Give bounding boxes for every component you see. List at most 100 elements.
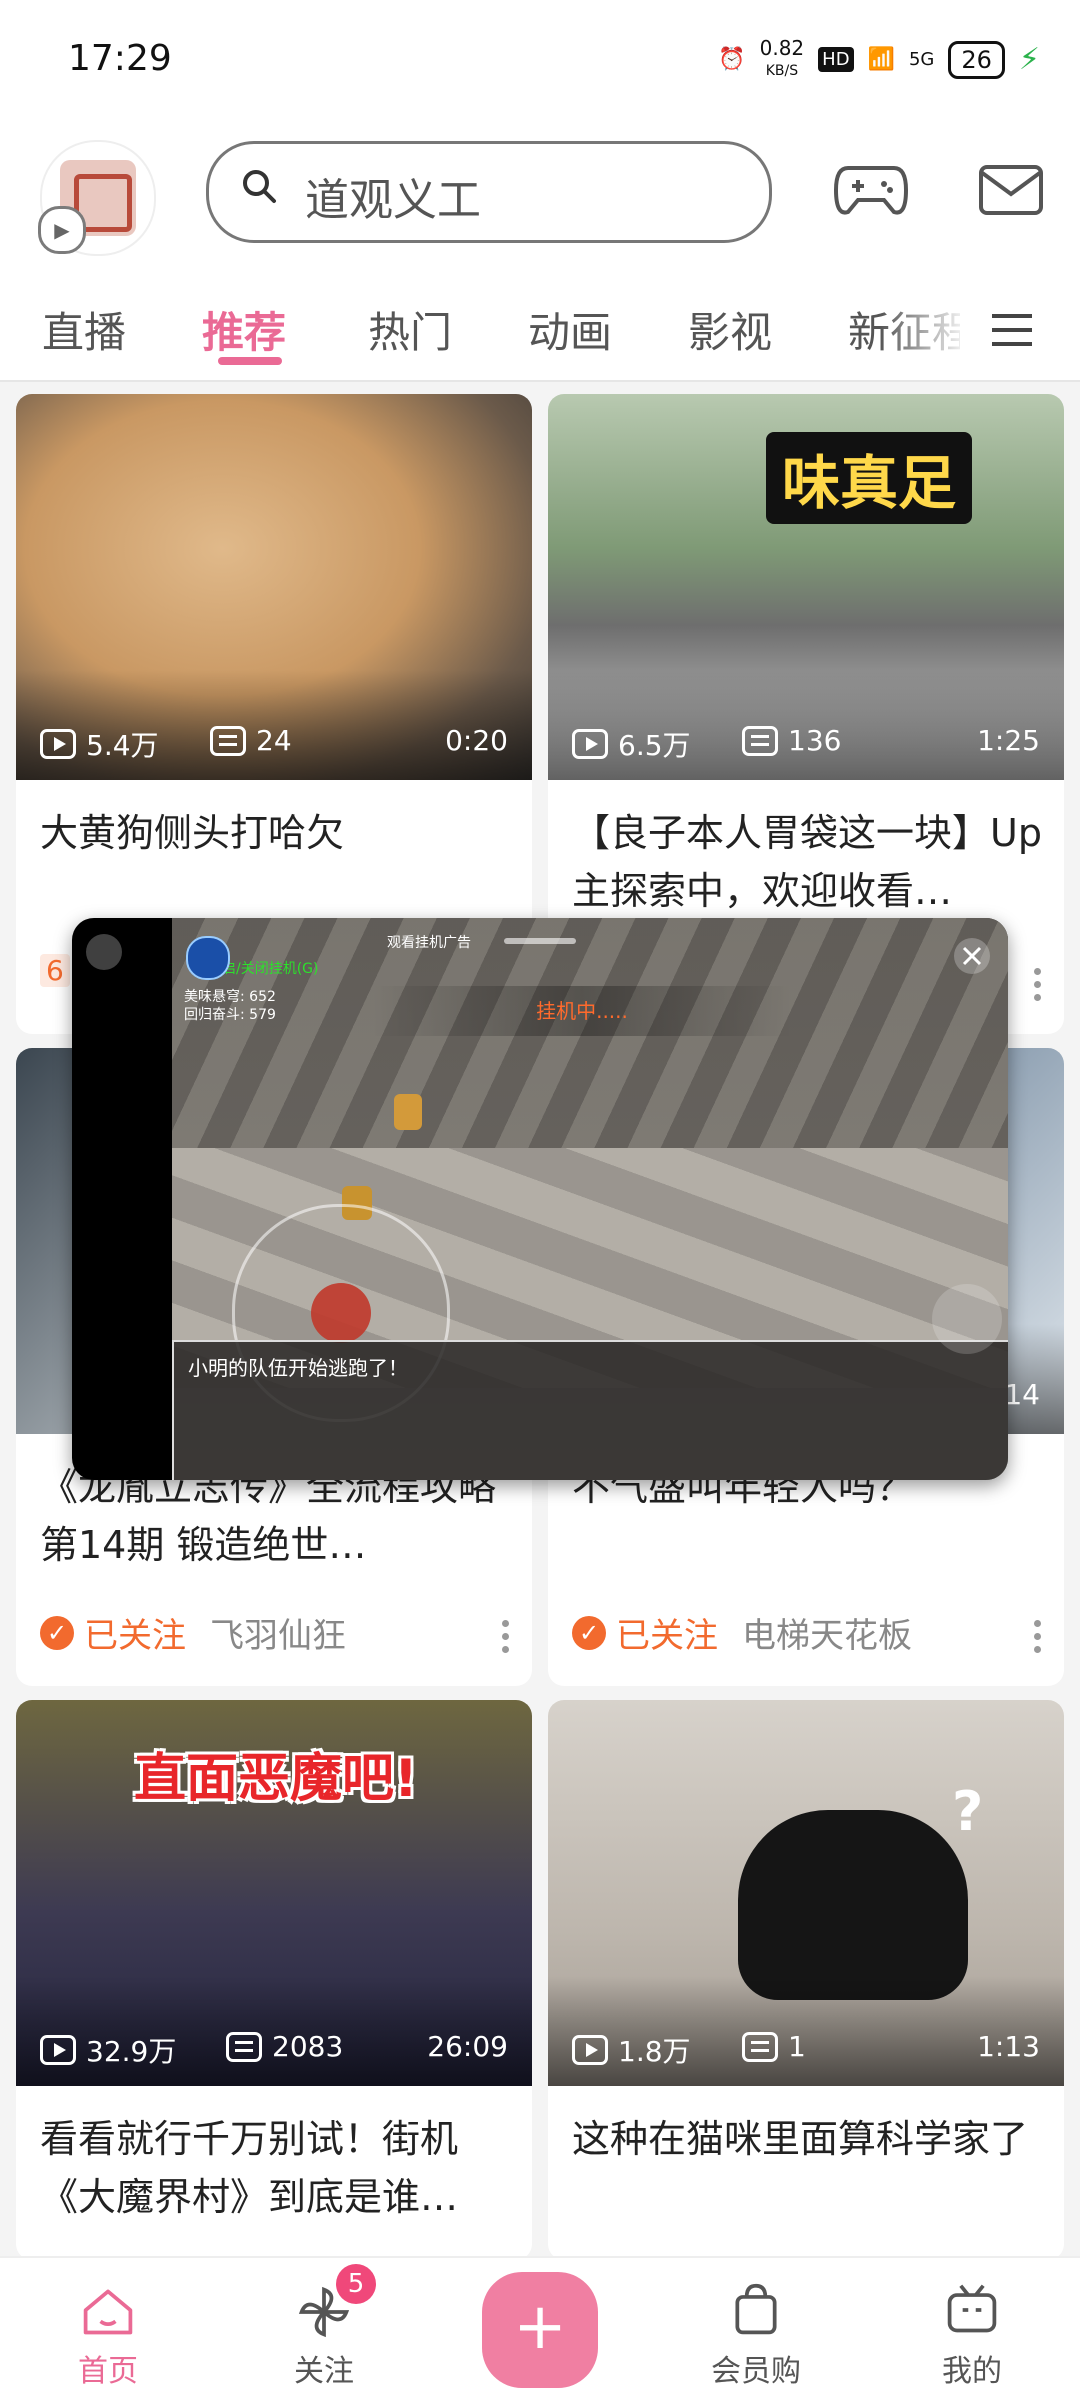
thumbnail-caption: 直面恶魔吧!	[134, 1749, 418, 1809]
nav-label: 首页	[78, 2354, 138, 2389]
search-bar[interactable]: 道观义工	[206, 141, 772, 243]
views: 32.9万	[40, 2030, 176, 2070]
play-count-icon	[40, 729, 76, 759]
author-name[interactable]: 飞羽仙狂	[210, 1608, 346, 1657]
play-count-icon	[40, 2035, 76, 2065]
duration: 26:09	[427, 2030, 508, 2063]
player-sprite	[394, 1094, 422, 1130]
followed-check-icon: ✓	[40, 1615, 74, 1650]
danmaku-icon	[210, 725, 246, 756]
upload-button[interactable]: +	[482, 2272, 598, 2388]
nav-me[interactable]: 我的	[892, 2258, 1052, 2402]
drag-handle[interactable]	[504, 938, 576, 944]
tab-anime[interactable]: 动画	[528, 299, 612, 360]
video-thumbnail: ?	[548, 1700, 1064, 2086]
battle-dialog: 小明的队伍开始逃跑了！	[172, 1340, 1008, 1480]
duration: 0:20	[445, 724, 508, 757]
video-title[interactable]: 大黄狗侧头打哈欠	[40, 804, 510, 862]
floating-game-window[interactable]: 开启/关闭挂机(G) 美味悬穹: 652 回归奋斗: 579 观看挂机广告 挂机…	[72, 918, 1008, 1480]
nav-following[interactable]: 关注	[244, 2258, 404, 2402]
game-screen[interactable]: 开启/关闭挂机(G) 美味悬穹: 652 回归奋斗: 579 观看挂机广告 挂机…	[172, 918, 1008, 1480]
tab-film[interactable]: 影视	[688, 299, 772, 360]
comments: 136	[742, 724, 841, 757]
follow-info: ✓ 已关注 电梯天花板	[572, 1608, 912, 1657]
shopping-bag-icon	[735, 2283, 777, 2335]
duration: 14	[1004, 1378, 1040, 1411]
gamepad-icon[interactable]	[834, 160, 908, 220]
views: 6.5万	[572, 724, 691, 764]
play-count-icon	[572, 729, 608, 759]
nav-vip-shop[interactable]: 会员购	[676, 2258, 836, 2402]
menu-icon[interactable]	[990, 310, 1034, 350]
close-icon[interactable]	[952, 936, 992, 976]
tab-fade	[880, 290, 970, 370]
expand-icon[interactable]	[86, 934, 122, 970]
dialog-text: 小明的队伍开始逃跑了！	[188, 1356, 408, 1380]
author-name[interactable]: 电梯天花板	[742, 1608, 912, 1657]
charging-icon: ⚡	[1018, 42, 1040, 77]
alarm-icon: ⏰	[718, 47, 746, 72]
danmaku-icon	[742, 725, 778, 756]
mail-icon[interactable]	[978, 164, 1044, 216]
video-card[interactable]: 直面恶魔吧! 32.9万 2083 26:09 看看就行千万别试！街机《大魔界村…	[16, 1700, 532, 2260]
nav-home[interactable]: 首页	[28, 2258, 188, 2402]
video-meta: 32.9万 2083 26:09	[16, 2030, 532, 2070]
speed-unit: KB/S	[765, 63, 799, 79]
plus-icon: +	[513, 2290, 567, 2364]
comments: 24	[210, 724, 292, 757]
idle-status: 挂机中.....	[372, 986, 792, 1036]
video-thumbnail	[16, 394, 532, 780]
nav-label: 会员购	[711, 2354, 801, 2389]
tab-recommend[interactable]: 推荐	[202, 299, 286, 360]
home-icon	[83, 2289, 133, 2335]
status-time: 17:29	[68, 38, 172, 79]
views: 5.4万	[40, 724, 159, 764]
duration: 1:13	[977, 2030, 1040, 2063]
watch-ad-label[interactable]: 观看挂机广告	[387, 932, 471, 952]
view-count: 5.4万	[86, 729, 159, 762]
view-count: 32.9万	[86, 2035, 177, 2068]
video-card[interactable]: ? 1.8万 1 1:13 这种在猫咪里面算科学家了	[548, 1700, 1064, 2260]
more-options-icon[interactable]	[1034, 968, 1042, 1004]
network-type: 5G	[908, 49, 935, 70]
thumbnail-caption: ?	[952, 1780, 984, 1843]
comment-count: 136	[788, 724, 842, 757]
view-count: 1.8万	[618, 2035, 691, 2068]
thumbnail-caption: 味真足	[766, 432, 973, 524]
views: 1.8万	[572, 2030, 691, 2070]
more-options-icon[interactable]	[502, 1620, 510, 1656]
video-tag: 6	[40, 954, 70, 987]
tv-icon	[947, 2284, 997, 2333]
nav-label: 关注	[294, 2354, 354, 2389]
status-icons: ⏰ 0.82 KB/S HD 📶 5G 26 ⚡	[718, 38, 1040, 81]
follow-info: ✓ 已关注 飞羽仙狂	[40, 1608, 346, 1657]
comment-count: 2083	[272, 2030, 344, 2063]
joystick-knob[interactable]	[311, 1283, 371, 1343]
danmaku-icon	[226, 2031, 262, 2062]
tab-live[interactable]: 直播	[42, 299, 126, 360]
comment-count: 24	[256, 724, 292, 757]
hud-stat: 回归奋斗: 579	[184, 1007, 276, 1023]
hd-icon: HD	[818, 47, 854, 72]
duration: 1:25	[977, 724, 1040, 757]
game-action-button[interactable]	[932, 1284, 1002, 1354]
active-tab-indicator	[218, 357, 282, 365]
search-placeholder: 道观义工	[305, 175, 481, 226]
video-title[interactable]: 【良子本人胃袋这一块】Up主探索中，欢迎收看…	[572, 804, 1042, 920]
battery-icon: 26	[948, 40, 1005, 79]
hud-stats: 美味悬穹: 652 回归奋斗: 579	[184, 988, 276, 1024]
video-meta: 1.8万 1 1:13	[548, 2030, 1064, 2070]
followed-label: 已关注	[84, 1616, 186, 1656]
video-title[interactable]: 看看就行千万别试！街机《大魔界村》到底是谁…	[40, 2110, 510, 2226]
hud-stat: 美味悬穹: 652	[184, 989, 276, 1005]
video-title[interactable]: 这种在猫咪里面算科学家了	[572, 2110, 1042, 2168]
video-meta: 6.5万 136 1:25	[548, 724, 1064, 764]
tab-hot[interactable]: 热门	[368, 299, 452, 360]
comment-count: 1	[788, 2030, 806, 2063]
wifi-icon: 📶	[867, 47, 895, 72]
header-divider	[0, 380, 1080, 382]
network-speed: 0.82 KB/S	[760, 38, 805, 81]
comments: 2083	[226, 2030, 343, 2063]
more-options-icon[interactable]	[1034, 1620, 1042, 1656]
tag-text: 6	[40, 954, 70, 987]
